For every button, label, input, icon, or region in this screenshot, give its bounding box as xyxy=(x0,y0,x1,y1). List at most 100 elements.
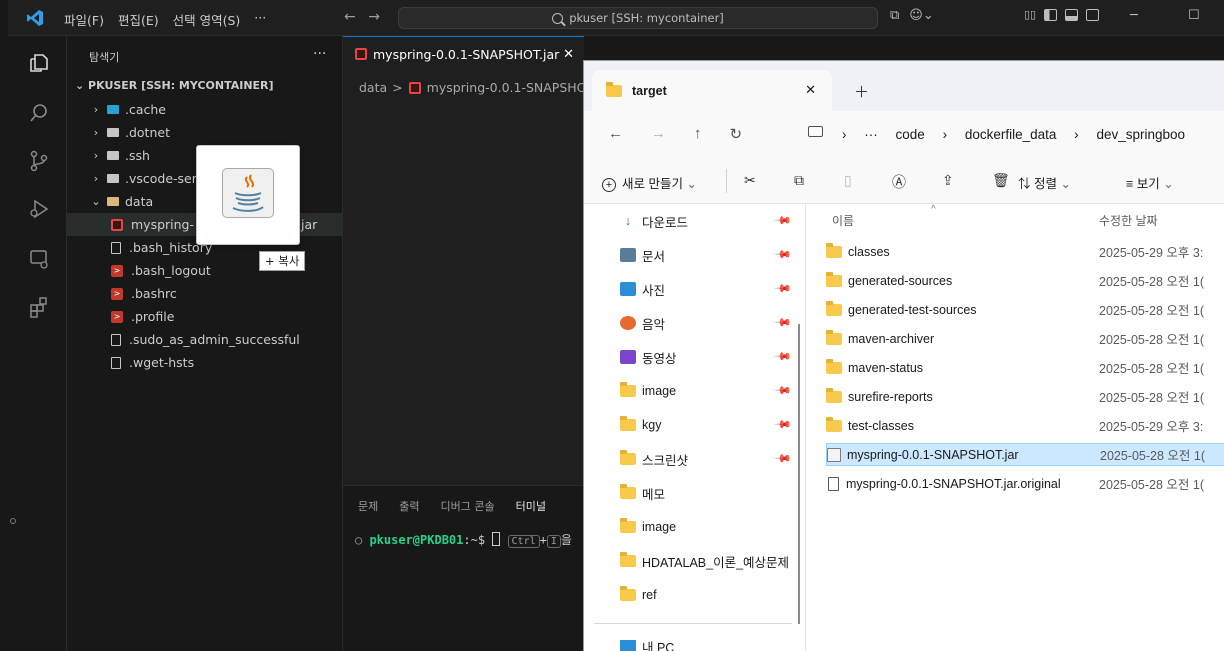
explorer-tab[interactable]: target ✕ xyxy=(592,70,832,111)
back-arrow-icon[interactable]: ← xyxy=(608,125,623,143)
nav-item-ref[interactable]: ref xyxy=(620,585,657,605)
pin-icon[interactable]: 📌 xyxy=(773,347,792,366)
file-row[interactable]: myspring-0.0.1-SNAPSHOT.jar.original 202… xyxy=(826,472,1224,495)
up-arrow-icon[interactable]: ↑ xyxy=(694,125,702,143)
folder-icon xyxy=(826,387,842,403)
nav-item-image[interactable]: image xyxy=(620,381,676,401)
document-icon xyxy=(620,248,636,262)
maximize-icon[interactable]: ☐ xyxy=(1188,8,1200,23)
new-tab-icon[interactable]: ＋ xyxy=(854,81,869,102)
path-segment[interactable]: dockerfile_data xyxy=(965,127,1057,142)
pin-icon[interactable]: 📌 xyxy=(773,381,792,400)
search-icon[interactable] xyxy=(28,102,50,124)
tree-item-bashrc[interactable]: > .bashrc xyxy=(67,282,343,305)
file-row[interactable]: maven-archiver 2025-05-28 오전 1( xyxy=(826,327,1224,350)
nav-item-downloads[interactable]: ↓ 다운로드 xyxy=(620,211,688,231)
column-header-date[interactable]: 수정한 날짜 xyxy=(1099,212,1158,229)
menu-file[interactable]: 파일(F) xyxy=(64,10,104,29)
forward-arrow-icon[interactable]: → xyxy=(651,125,666,143)
rename-icon[interactable]: Ⓐ xyxy=(892,172,906,192)
sort-up-icon: ^ xyxy=(931,204,936,215)
file-row[interactable]: classes 2025-05-29 오후 3: xyxy=(826,240,1224,263)
close-icon[interactable]: ✕ xyxy=(563,47,574,62)
editor-tab[interactable]: myspring-0.0.1-SNAPSHOT.jar ✕ xyxy=(343,36,584,71)
tab-debug-console[interactable]: 디버그 콘솔 xyxy=(441,498,495,514)
forward-arrow-icon[interactable]: → xyxy=(368,9,380,25)
pin-icon[interactable]: 📌 xyxy=(773,449,792,468)
share-icon[interactable]: ⇪ xyxy=(942,172,954,189)
terminal-line[interactable]: ○ pkuser@PKDB01:~$ Ctrl + I 을 xyxy=(355,531,572,548)
back-arrow-icon[interactable]: ← xyxy=(344,9,356,25)
nav-item-hdatalab[interactable]: HDATALAB_이론_예상문제 xyxy=(620,551,789,571)
view-button[interactable]: ≡ 보기 ⌄ xyxy=(1126,173,1174,192)
file-row[interactable]: surefire-reports 2025-05-28 오전 1( xyxy=(826,385,1224,408)
pin-icon[interactable]: 📌 xyxy=(773,313,792,332)
close-icon[interactable]: ✕ xyxy=(805,82,816,98)
toggle-sidebar-icon[interactable] xyxy=(1044,8,1058,21)
pin-icon[interactable]: 📌 xyxy=(773,245,792,264)
nav-item-music[interactable]: 음악 xyxy=(620,313,665,333)
nav-item-memo[interactable]: 메모 xyxy=(620,483,665,503)
source-control-icon[interactable] xyxy=(28,150,50,172)
file-row[interactable]: maven-status 2025-05-28 오전 1( xyxy=(826,356,1224,379)
path-ellipsis[interactable]: ··· xyxy=(864,127,878,142)
nav-item-label: HDATALAB_이론_예상문제 xyxy=(642,555,790,570)
sort-button[interactable]: ⇅ 정렬 ⌄ xyxy=(1018,173,1071,192)
extensions-icon[interactable] xyxy=(28,296,50,318)
menu-more[interactable]: ··· xyxy=(254,10,266,29)
panel-resize-handle[interactable] xyxy=(10,518,16,524)
tree-item-dotnet[interactable]: › .dotnet xyxy=(67,121,343,144)
tree-item-profile[interactable]: > .profile xyxy=(67,305,343,328)
nav-item-pictures[interactable]: 사진 xyxy=(620,279,665,299)
tree-item-sudo[interactable]: .sudo_as_admin_successful xyxy=(67,328,343,351)
tab-problems[interactable]: 문제 xyxy=(358,498,378,514)
customize-layout-icon[interactable]: ▯▯ xyxy=(1024,8,1036,21)
nav-item-documents[interactable]: 문서 xyxy=(620,245,665,265)
folder-icon xyxy=(826,242,842,258)
new-button[interactable]: + 새로 만들기 ⌄ xyxy=(602,173,697,192)
command-center[interactable]: pkuser [SSH: mycontainer] xyxy=(398,7,878,29)
breadcrumb-file[interactable]: myspring-0.0.1-SNAPSHOT xyxy=(427,80,595,95)
explorer-icon[interactable] xyxy=(28,52,50,74)
file-row-selected[interactable]: myspring-0.0.1-SNAPSHOT.jar 2025-05-28 오… xyxy=(826,443,1224,466)
delete-icon[interactable]: 🗑 xyxy=(992,172,1010,189)
nav-item-this-pc[interactable]: 내 PC xyxy=(620,640,674,651)
command-center-label: pkuser [SSH: mycontainer] xyxy=(569,11,724,25)
nav-item-kgy[interactable]: kgy xyxy=(620,415,661,435)
tree-item-wget-hsts[interactable]: .wget-hsts xyxy=(67,351,343,374)
file-row[interactable]: generated-sources 2025-05-28 오전 1( xyxy=(826,269,1224,292)
remote-explorer-icon[interactable] xyxy=(28,248,50,270)
nav-item-videos[interactable]: 동영상 xyxy=(620,347,677,367)
folder-icon xyxy=(107,128,119,137)
menu-selection[interactable]: 선택 영역(S) xyxy=(173,10,241,29)
copilot-icon[interactable]: ☺⌄ xyxy=(909,8,933,23)
pin-icon[interactable]: 📌 xyxy=(773,415,792,434)
path-segment[interactable]: dev_springboo xyxy=(1096,127,1185,142)
address-path[interactable]: › ··· code › dockerfile_data › dev_sprin… xyxy=(842,127,1199,142)
file-row[interactable]: generated-test-sources 2025-05-28 오전 1( xyxy=(826,298,1224,321)
scrollbar[interactable] xyxy=(798,324,800,624)
tree-item-cache[interactable]: › .cache xyxy=(67,98,343,121)
tab-terminal[interactable]: 터미널 xyxy=(516,498,546,514)
open-in-editor-icon[interactable]: ⧉ xyxy=(890,8,899,23)
run-debug-icon[interactable] xyxy=(28,198,50,220)
nav-item-screenshots[interactable]: 스크린샷 xyxy=(620,449,688,469)
path-segment[interactable]: code xyxy=(896,127,925,142)
nav-item-image-2[interactable]: image xyxy=(620,517,676,537)
menu-edit[interactable]: 편집(E) xyxy=(118,10,159,29)
sidebar-more-button[interactable]: ··· xyxy=(313,46,326,62)
toggle-secondary-sidebar-icon[interactable] xyxy=(1086,8,1100,21)
workspace-root[interactable]: ⌄ PKUSER [SSH: MYCONTAINER] xyxy=(75,79,274,92)
minimize-icon[interactable]: ─ xyxy=(1130,8,1138,23)
tab-output[interactable]: 출력 xyxy=(399,498,419,514)
breadcrumb-folder[interactable]: data xyxy=(359,80,387,95)
file-row[interactable]: test-classes 2025-05-29 오후 3: xyxy=(826,414,1224,437)
paste-icon[interactable]: ▯ xyxy=(844,172,852,189)
toggle-panel-icon[interactable] xyxy=(1065,8,1079,21)
copy-icon[interactable]: ⧉ xyxy=(794,172,804,189)
pin-icon[interactable]: 📌 xyxy=(773,279,792,298)
refresh-icon[interactable]: ↻ xyxy=(730,125,743,143)
cut-icon[interactable]: ✂ xyxy=(744,172,756,189)
pin-icon[interactable]: 📌 xyxy=(773,211,792,230)
column-header-name[interactable]: 이름 xyxy=(832,212,854,229)
